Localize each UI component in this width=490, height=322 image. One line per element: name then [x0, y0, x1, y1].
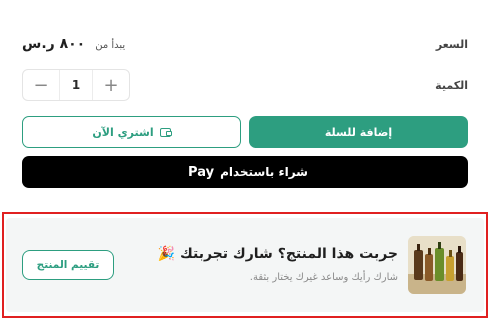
product-thumbnail	[408, 236, 466, 294]
apple-pay-brand: Pay	[188, 164, 215, 180]
purchase-buttons-row: اشتري الآن إضافة للسلة	[22, 116, 468, 148]
review-subtitle: شارك رأيك وساعد غيرك يختار بثقة.	[249, 272, 398, 283]
rate-product-button[interactable]: تقييم المنتج	[22, 250, 114, 280]
buy-now-label: اشتري الآن	[92, 125, 154, 139]
product-thumbnail-image	[408, 236, 466, 294]
quantity-stepper: − 1 +	[22, 69, 130, 101]
price-group: ٨٠٠ ر.س يبدأ من	[22, 36, 125, 52]
buy-now-button[interactable]: اشتري الآن	[22, 116, 241, 148]
quantity-label: الكمية	[435, 78, 468, 92]
increment-button[interactable]: +	[93, 70, 129, 100]
decrement-button[interactable]: −	[23, 70, 59, 100]
add-to-cart-button[interactable]: إضافة للسلة	[249, 116, 468, 148]
review-prompt-card: جربت هذا المنتج؟ شارك تجربتك 🎉 شارك رأيك…	[6, 218, 484, 312]
apple-pay-row: Pay شراء باستخدام	[22, 156, 468, 188]
price-prefix: يبدأ من	[95, 40, 126, 51]
price-value: ٨٠٠ ر.س	[22, 36, 86, 52]
quantity-value[interactable]: 1	[59, 70, 93, 100]
price-row: ٨٠٠ ر.س يبدأ من السعر	[22, 30, 468, 58]
apple-pay-text: شراء باستخدام	[220, 165, 308, 179]
apple-pay-button[interactable]: Pay شراء باستخدام	[22, 156, 468, 188]
review-prompt-highlight: جربت هذا المنتج؟ شارك تجربتك 🎉 شارك رأيك…	[2, 212, 488, 318]
quantity-row: − 1 + الكمية	[22, 68, 468, 102]
price-label: السعر	[435, 37, 468, 51]
review-title-text: جربت هذا المنتج؟ شارك تجربتك	[179, 246, 398, 262]
party-popper-icon: 🎉	[157, 246, 176, 262]
review-title: جربت هذا المنتج؟ شارك تجربتك 🎉	[158, 246, 398, 262]
minus-icon: −	[33, 74, 49, 96]
product-purchase-card: ٨٠٠ ر.س يبدأ من السعر − 1 + الكمية اشتري…	[4, 0, 486, 200]
plus-icon: +	[103, 74, 119, 96]
add-to-cart-label: إضافة للسلة	[324, 125, 393, 139]
wallet-icon	[159, 127, 172, 137]
